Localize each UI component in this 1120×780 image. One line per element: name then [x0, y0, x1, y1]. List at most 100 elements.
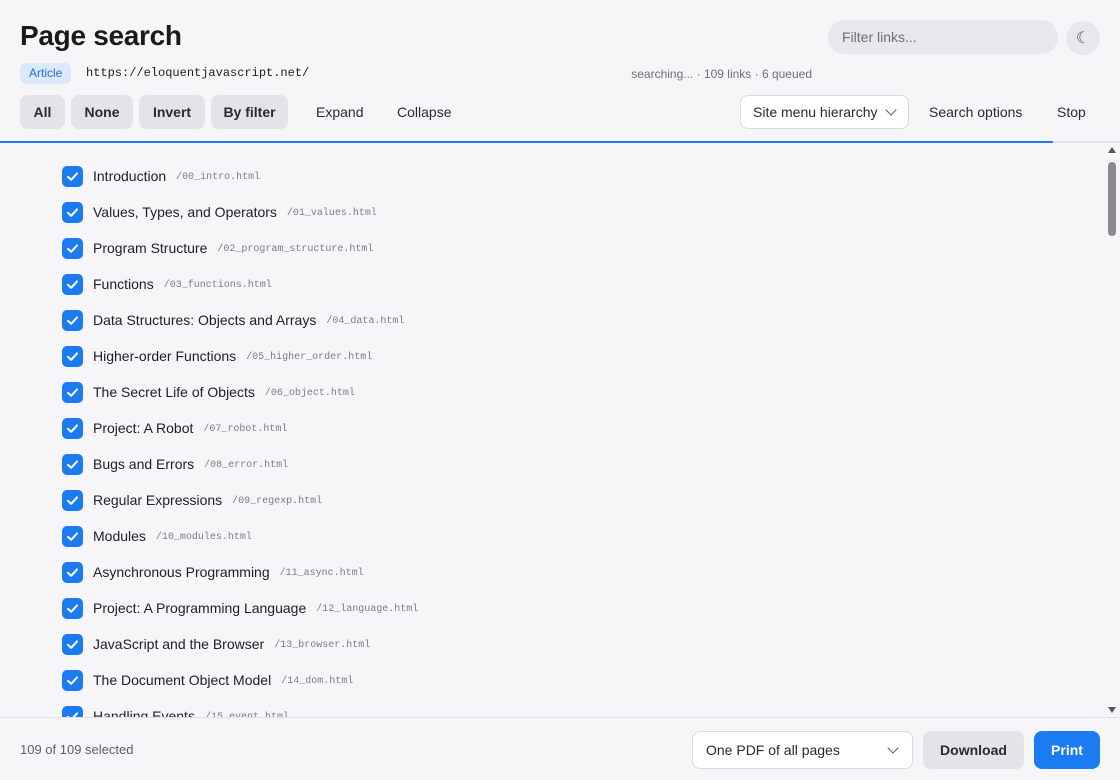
checkmark-icon — [67, 639, 78, 649]
download-button[interactable]: Download — [923, 731, 1024, 769]
link-checkbox[interactable] — [62, 417, 83, 439]
checkmark-icon — [67, 531, 78, 541]
checkmark-icon — [67, 207, 78, 217]
checkmark-icon — [67, 387, 78, 397]
link-path: /06_object.html — [264, 387, 355, 399]
list-item[interactable]: Bugs and Errors/08_error.html — [62, 453, 288, 475]
link-path: /04_data.html — [326, 315, 405, 327]
checkmark-icon — [67, 423, 78, 433]
selection-count: 109 of 109 selected — [20, 742, 134, 757]
link-title: Values, Types, and Operators — [93, 204, 277, 220]
invert-selection-button[interactable]: Invert — [139, 95, 205, 129]
scrollbar-thumb[interactable] — [1108, 162, 1116, 236]
link-path: /13_browser.html — [274, 639, 371, 651]
list-item[interactable]: Functions/03_functions.html — [62, 273, 272, 295]
collapse-button[interactable]: Collapse — [397, 95, 451, 129]
link-path: /10_modules.html — [155, 531, 252, 543]
hierarchy-select[interactable]: Site menu hierarchy — [740, 95, 909, 129]
link-checkbox[interactable] — [62, 489, 83, 511]
header: Page search ☾ Article https://eloquentja… — [0, 0, 1120, 143]
pdf-mode-select[interactable]: One PDF of all pages — [692, 731, 913, 769]
hierarchy-select-value: Site menu hierarchy — [753, 104, 878, 120]
link-checkbox[interactable] — [62, 165, 83, 187]
link-path: /00_intro.html — [176, 171, 261, 183]
content-type-badge: Article — [20, 63, 72, 84]
list-item[interactable]: Data Structures: Objects and Arrays/04_d… — [62, 309, 404, 331]
print-button[interactable]: Print — [1034, 731, 1100, 769]
moon-icon: ☾ — [1075, 30, 1091, 47]
link-title: Project: A Programming Language — [93, 600, 307, 616]
select-all-button[interactable]: All — [20, 95, 65, 129]
list-item[interactable]: Modules/10_modules.html — [62, 525, 252, 547]
list-item[interactable]: JavaScript and the Browser/13_browser.ht… — [62, 633, 370, 655]
chevron-down-icon — [885, 104, 897, 116]
list-item[interactable]: The Document Object Model/14_dom.html — [62, 669, 353, 691]
link-title: Asynchronous Programming — [93, 564, 270, 580]
theme-toggle-button[interactable]: ☾ — [1066, 21, 1100, 55]
search-options-button[interactable]: Search options — [929, 95, 1022, 129]
link-checkbox[interactable] — [62, 273, 83, 295]
link-checkbox[interactable] — [62, 453, 83, 475]
checkmark-icon — [67, 603, 78, 613]
link-checkbox[interactable] — [62, 633, 83, 655]
link-path: /02_program_structure.html — [217, 243, 374, 255]
link-checkbox[interactable] — [62, 705, 83, 717]
link-checkbox[interactable] — [62, 201, 83, 223]
link-checkbox[interactable] — [62, 309, 83, 331]
link-path: /05_higher_order.html — [246, 351, 373, 363]
list-item[interactable]: Asynchronous Programming/11_async.html — [62, 561, 364, 583]
link-title: The Secret Life of Objects — [93, 384, 255, 400]
link-path: /12_language.html — [316, 603, 419, 615]
pdf-mode-select-value: One PDF of all pages — [706, 742, 840, 758]
checkmark-icon — [67, 711, 78, 717]
list-item[interactable]: Handling Events/15_event.html — [62, 705, 289, 717]
checkmark-icon — [67, 315, 78, 325]
checkmark-icon — [67, 459, 78, 469]
list-item[interactable]: Introduction/00_intro.html — [62, 165, 260, 187]
list-item[interactable]: Project: A Programming Language/12_langu… — [62, 597, 418, 619]
checkmark-icon — [67, 495, 78, 505]
link-title: Bugs and Errors — [93, 456, 195, 472]
checkmark-icon — [67, 351, 78, 361]
list-scrollbar[interactable] — [1104, 143, 1120, 717]
link-checkbox[interactable] — [62, 237, 83, 259]
link-checkbox[interactable] — [62, 561, 83, 583]
link-title: Regular Expressions — [93, 492, 223, 508]
scroll-down-arrow-icon[interactable] — [1108, 707, 1116, 713]
link-path: /14_dom.html — [281, 675, 354, 687]
list-item[interactable]: Program Structure/02_program_structure.h… — [62, 237, 373, 259]
checkmark-icon — [67, 243, 78, 253]
chevron-down-icon — [887, 742, 899, 754]
link-title: Higher-order Functions — [93, 348, 237, 364]
link-path: /01_values.html — [286, 207, 377, 219]
page-url: https://eloquentjavascript.net/ — [86, 66, 310, 80]
link-title: Handling Events — [93, 708, 195, 717]
link-title: Data Structures: Objects and Arrays — [93, 312, 317, 328]
link-path: /07_robot.html — [203, 423, 288, 435]
link-checkbox[interactable] — [62, 381, 83, 403]
link-checkbox[interactable] — [62, 597, 83, 619]
expand-button[interactable]: Expand — [316, 95, 363, 129]
link-title: JavaScript and the Browser — [93, 636, 265, 652]
stop-button[interactable]: Stop — [1057, 95, 1086, 129]
link-list: Introduction/00_intro.html Values, Types,… — [0, 143, 1120, 717]
link-title: Introduction — [93, 168, 167, 184]
link-title: Modules — [93, 528, 146, 544]
checkmark-icon — [67, 279, 78, 289]
link-checkbox[interactable] — [62, 345, 83, 367]
link-checkbox[interactable] — [62, 525, 83, 547]
filter-input[interactable] — [828, 20, 1058, 54]
checkmark-icon — [67, 567, 78, 577]
list-item[interactable]: Project: A Robot/07_robot.html — [62, 417, 287, 439]
link-path: /08_error.html — [204, 459, 289, 471]
link-path: /09_regexp.html — [232, 495, 323, 507]
select-by-filter-button[interactable]: By filter — [211, 95, 288, 129]
list-item[interactable]: Higher-order Functions/05_higher_order.h… — [62, 345, 372, 367]
list-item[interactable]: Values, Types, and Operators/01_values.h… — [62, 201, 377, 223]
select-none-button[interactable]: None — [71, 95, 133, 129]
scroll-up-arrow-icon[interactable] — [1108, 147, 1116, 153]
link-checkbox[interactable] — [62, 669, 83, 691]
link-title: Program Structure — [93, 240, 208, 256]
list-item[interactable]: The Secret Life of Objects/06_object.htm… — [62, 381, 355, 403]
list-item[interactable]: Regular Expressions/09_regexp.html — [62, 489, 322, 511]
